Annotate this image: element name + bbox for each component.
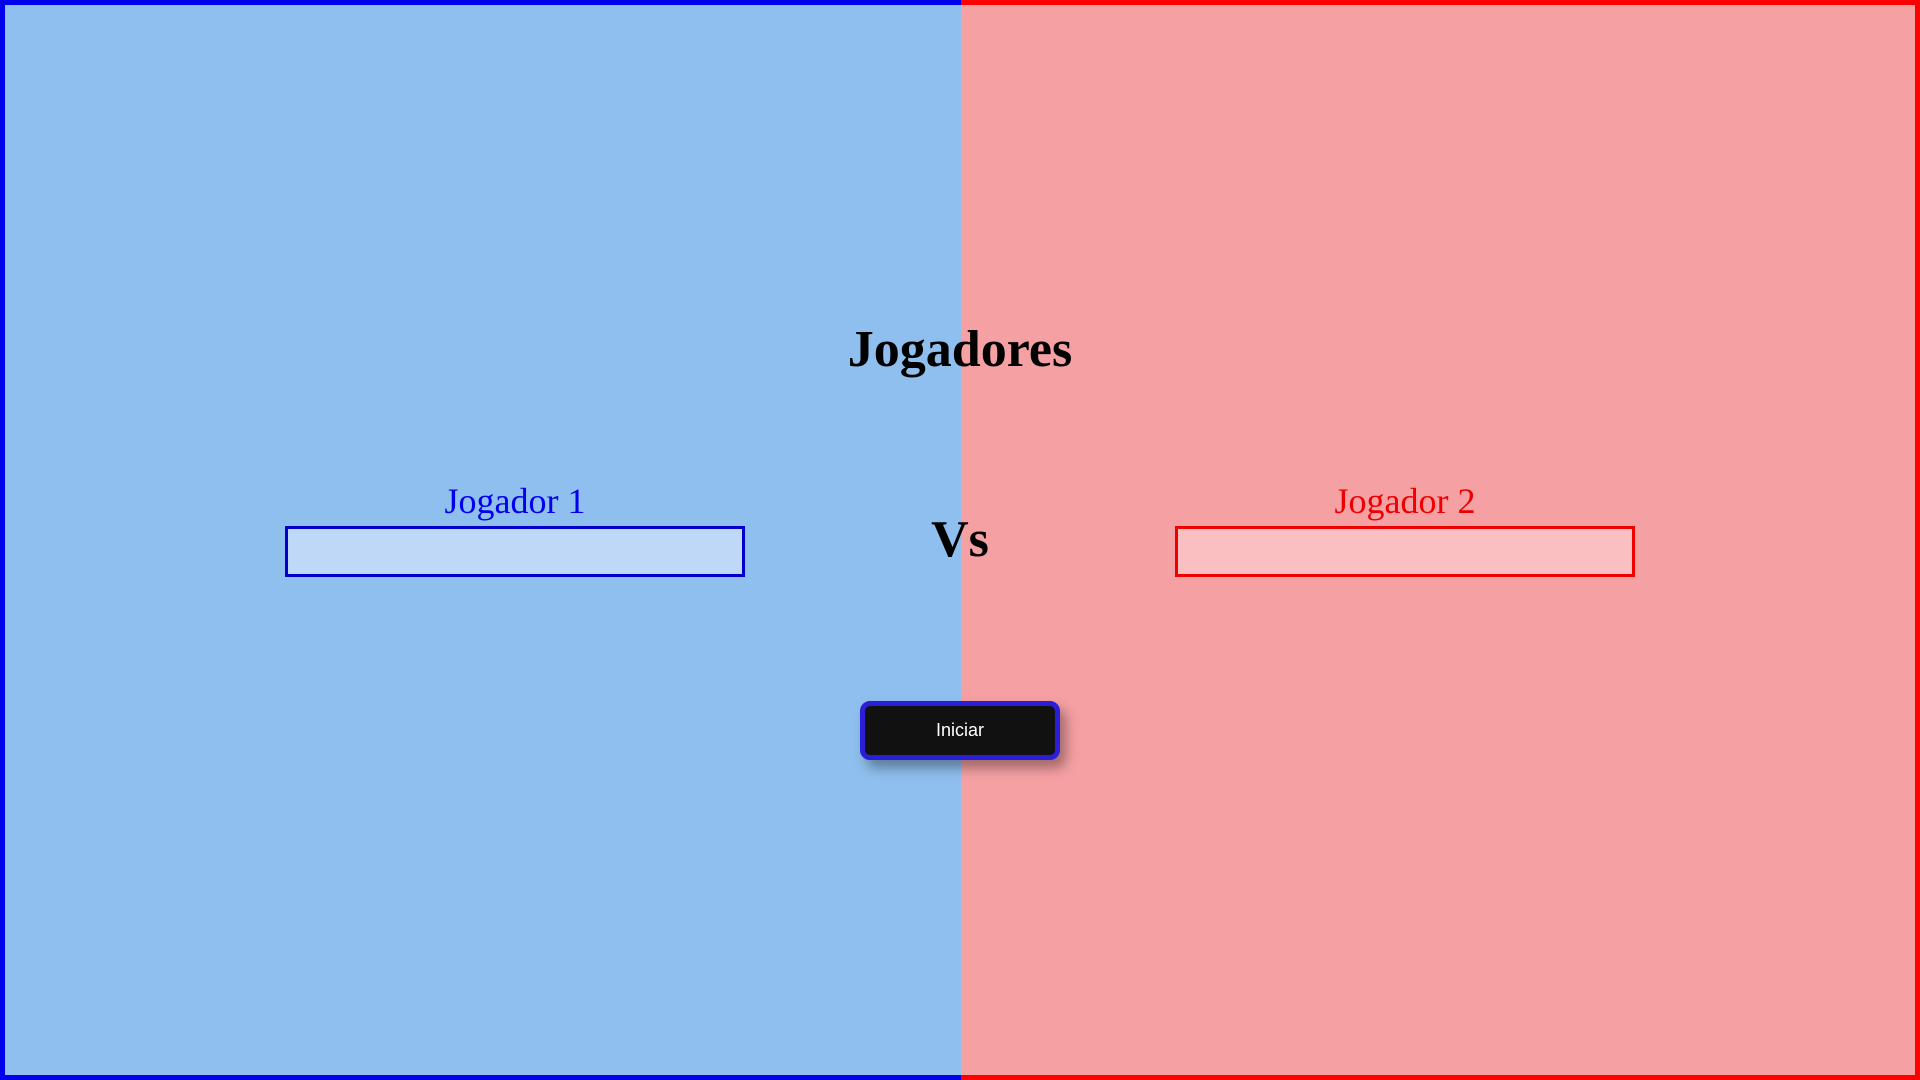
player-2-label: Jogador 2 xyxy=(1334,481,1476,521)
start-button[interactable]: Iniciar xyxy=(860,701,1060,760)
page-title: Jogadores xyxy=(847,321,1073,378)
player-2-panel: Jogador 2 xyxy=(1175,478,1635,577)
player-2-name-input[interactable] xyxy=(1175,526,1635,577)
